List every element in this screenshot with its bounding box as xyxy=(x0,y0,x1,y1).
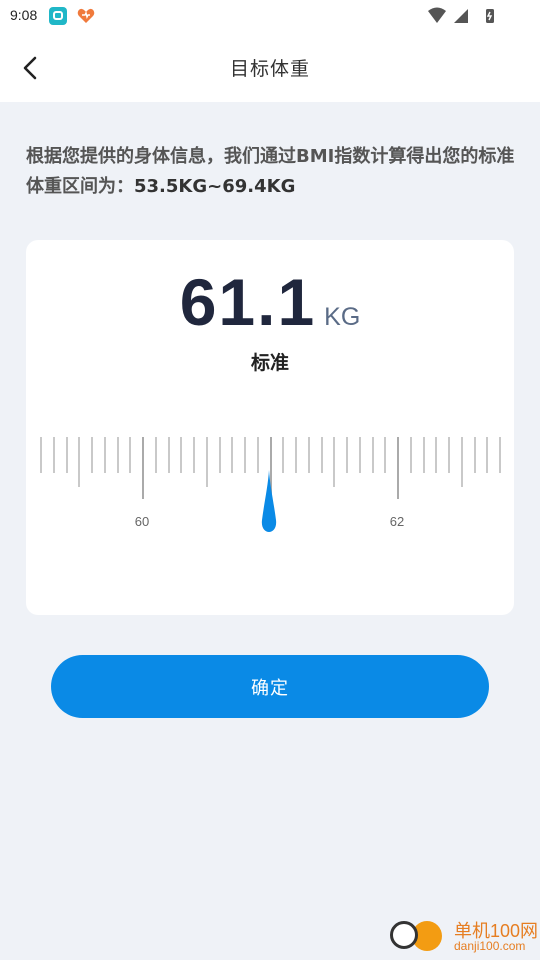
weight-status-label: 标准 xyxy=(250,352,289,374)
watermark-subtitle: danji100.com xyxy=(454,939,526,953)
confirm-button[interactable]: 确定 xyxy=(51,655,489,718)
ruler-tick xyxy=(397,437,399,499)
ruler-tick xyxy=(384,437,387,473)
ruler-tick xyxy=(473,437,476,473)
heart-app-icon xyxy=(77,8,95,23)
ruler-tick xyxy=(358,437,361,473)
ruler-tick xyxy=(129,437,132,473)
ruler-tick xyxy=(116,437,119,473)
ruler-tick xyxy=(448,437,450,473)
ruler-tick xyxy=(409,437,412,473)
ruler-tick xyxy=(282,437,285,473)
site-watermark: 单机100网 danji100.com xyxy=(390,915,540,960)
intro-text: 根据您提供的身体信息，我们通过BMI指数计算得出您的标准体重区间为：53.5KG… xyxy=(26,142,522,202)
ruler-tick xyxy=(231,437,234,473)
ruler-tick xyxy=(460,437,463,487)
ruler-tick xyxy=(295,437,297,473)
ruler-tick xyxy=(154,437,157,473)
ruler-tick xyxy=(307,437,310,473)
ruler-label-62: 62 xyxy=(389,514,405,529)
ruler-tick xyxy=(499,437,501,473)
ruler-tick xyxy=(256,437,259,473)
ruler-tick xyxy=(435,437,438,473)
weight-display: 61.1 KG xyxy=(26,264,514,340)
ruler-tick xyxy=(65,437,68,473)
ruler-tick xyxy=(103,437,106,473)
notification-app-icon xyxy=(49,7,67,25)
ruler-tick xyxy=(167,437,170,473)
ruler-tick xyxy=(371,437,374,473)
wifi-icon xyxy=(428,7,446,23)
weight-range: 53.5KG~69.4KG xyxy=(134,176,296,197)
ruler-tick xyxy=(91,437,93,473)
weight-card: 61.1 KG 标准 60 62 xyxy=(26,240,514,615)
ruler-tick xyxy=(244,437,246,473)
ruler-tick xyxy=(218,437,221,473)
ruler-tick xyxy=(52,437,55,473)
weight-ruler[interactable]: 60 62 xyxy=(26,430,514,550)
page-title: 目标体重 xyxy=(229,58,310,80)
watermark-logo-icon xyxy=(390,921,418,949)
signal-icon xyxy=(454,9,468,23)
status-time: 9:08 xyxy=(10,7,38,23)
ruler-tick xyxy=(320,437,323,473)
ruler-tick xyxy=(40,437,42,473)
ruler-tick xyxy=(346,437,348,473)
ruler-tick xyxy=(180,437,183,473)
system-icons xyxy=(428,7,494,23)
weight-unit: KG xyxy=(324,303,361,331)
ruler-tick xyxy=(205,437,208,487)
ruler-tick xyxy=(78,437,81,487)
ruler-tick xyxy=(486,437,489,473)
ruler-tick xyxy=(193,437,195,473)
app-header: 目标体重 xyxy=(0,32,540,102)
ruler-tick xyxy=(142,437,144,499)
ruler-pointer-icon[interactable] xyxy=(258,470,280,534)
ruler-tick xyxy=(333,437,336,487)
status-bar: 9:08 xyxy=(0,0,540,32)
ruler-tick xyxy=(422,437,425,473)
weight-value: 61.1 xyxy=(179,265,317,339)
ruler-label-60: 60 xyxy=(134,514,150,529)
